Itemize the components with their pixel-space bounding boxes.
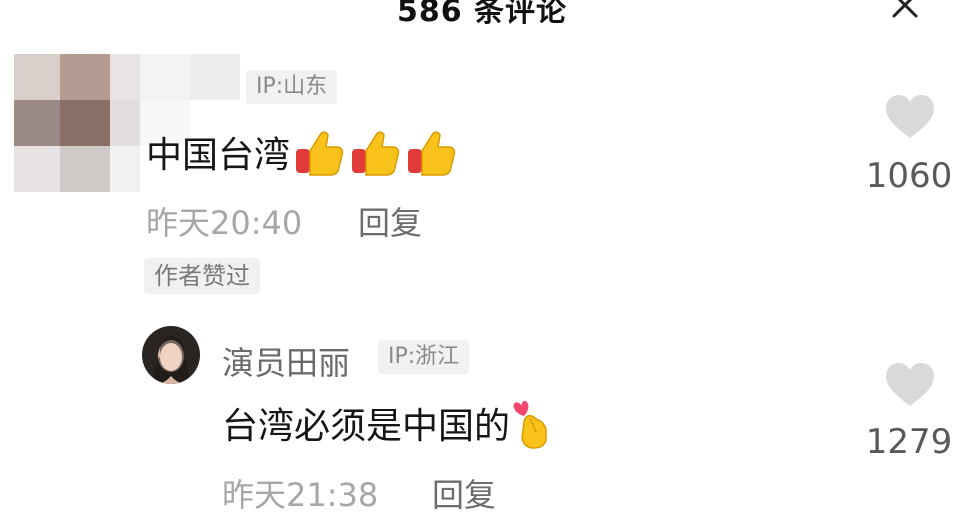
reply-author-name[interactable]: 演员田丽 <box>222 338 350 384</box>
comment-body: 中国台湾 <box>146 135 291 176</box>
avatar[interactable] <box>142 326 200 384</box>
finger-heart-icon <box>513 400 547 449</box>
like-count: 1279 <box>865 422 953 462</box>
close-icon[interactable] <box>890 0 920 20</box>
reply-button[interactable]: 回复 <box>432 470 496 516</box>
ip-location-badge: IP:山东 <box>246 70 338 104</box>
author-liked-badge: 作者赞过 <box>144 258 260 294</box>
reply-timestamp: 昨天21:38 <box>222 476 379 514</box>
like-count: 1060 <box>865 156 953 196</box>
comment-text: 中国台湾 <box>146 126 458 178</box>
reply-text: 台湾必须是中国的 <box>222 396 552 450</box>
thumbs-up-icon <box>296 131 344 176</box>
comment-timestamp: 昨天20:40 <box>146 204 303 242</box>
reply-button[interactable]: 回复 <box>358 198 422 244</box>
reply-body: 台湾必须是中国的 <box>222 406 511 447</box>
thumbs-up-icon <box>408 131 456 176</box>
ip-location-badge: IP:浙江 <box>378 340 470 374</box>
heart-icon[interactable] <box>884 362 936 408</box>
thumbs-up-icon <box>352 131 400 176</box>
heart-icon[interactable] <box>884 94 936 140</box>
comments-count-title: 586 条评论 <box>396 0 568 29</box>
